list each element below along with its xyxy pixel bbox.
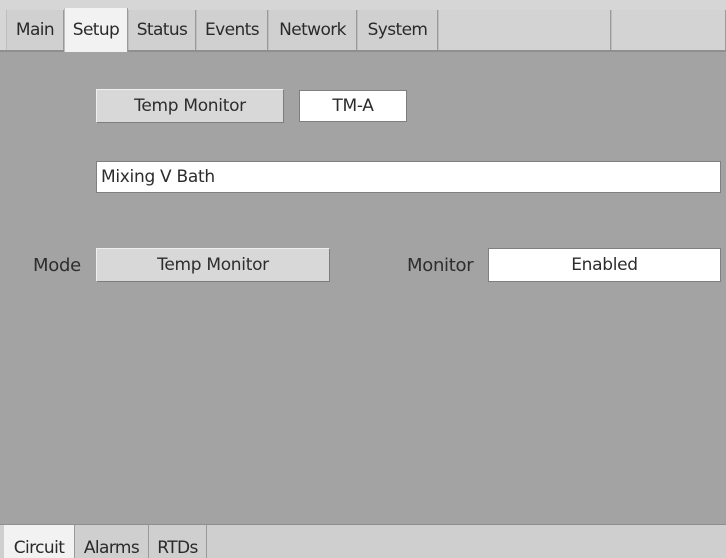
tab-circuit[interactable]: Circuit	[4, 525, 75, 558]
monitor-label: Monitor	[407, 255, 474, 276]
setup-screen: Main Setup Status Events Network System …	[0, 0, 726, 558]
tab-status[interactable]: Status	[128, 10, 196, 50]
tab-system[interactable]: System	[357, 10, 438, 50]
bottom-tab-bar: Circuit Alarms RTDs	[0, 524, 726, 558]
tab-alarms[interactable]: Alarms	[75, 525, 149, 558]
mode-label: Mode	[33, 255, 81, 276]
monitor-field[interactable]: Enabled	[488, 248, 721, 282]
tab-main[interactable]: Main	[6, 10, 64, 50]
tab-setup[interactable]: Setup	[64, 8, 128, 52]
tab-empty-2	[611, 10, 726, 50]
tab-empty-1	[438, 10, 611, 50]
tag-field[interactable]: TM-A	[299, 90, 407, 122]
tab-network[interactable]: Network	[268, 10, 357, 50]
top-tab-bar: Main Setup Status Events Network System	[0, 0, 726, 52]
tab-events[interactable]: Events	[196, 10, 268, 50]
tab-rtds[interactable]: RTDs	[149, 525, 207, 558]
mode-button[interactable]: Temp Monitor	[96, 248, 330, 282]
description-field[interactable]: Mixing V Bath	[96, 161, 721, 193]
type-button[interactable]: Temp Monitor	[96, 89, 284, 123]
